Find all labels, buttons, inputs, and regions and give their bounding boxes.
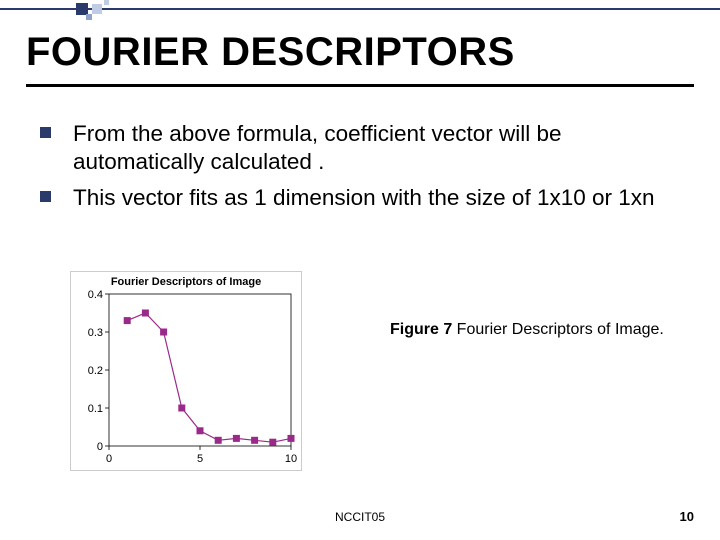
footer-center: NCCIT05 [0,510,720,524]
svg-text:0.1: 0.1 [88,403,103,415]
svg-text:0.2: 0.2 [88,365,103,377]
svg-text:0: 0 [97,441,103,453]
svg-text:5: 5 [197,453,203,465]
page-number: 10 [680,509,694,524]
list-item: From the above formula, coefficient vect… [40,120,680,176]
bullet-list: From the above formula, coefficient vect… [40,120,680,220]
list-item: This vector fits as 1 dimension with the… [40,184,680,212]
chart-svg: 0 0.1 0.2 0.3 0.4 0 5 10 [71,290,301,468]
bullet-text: This vector fits as 1 dimension with the… [73,184,655,212]
title-underline [26,84,694,87]
bullet-text: From the above formula, coefficient vect… [73,120,680,176]
chart-figure: Fourier Descriptors of Image 00.10.20.30… [70,271,302,471]
svg-text:0: 0 [106,453,112,465]
svg-text:0.3: 0.3 [88,327,103,339]
page-title: FOURIER DESCRIPTORS [26,30,515,75]
bullet-icon [40,127,51,138]
svg-text:0.4: 0.4 [88,290,103,301]
figure-caption-text: Fourier Descriptors of Image. [452,321,664,338]
chart-title: Fourier Descriptors of Image [71,272,301,290]
svg-text:10: 10 [285,453,297,465]
slide-top-decoration [0,0,720,24]
figure-caption: Figure 7 Fourier Descriptors of Image. [390,320,680,341]
figure-label: Figure 7 [390,321,452,338]
bullet-icon [40,191,51,202]
